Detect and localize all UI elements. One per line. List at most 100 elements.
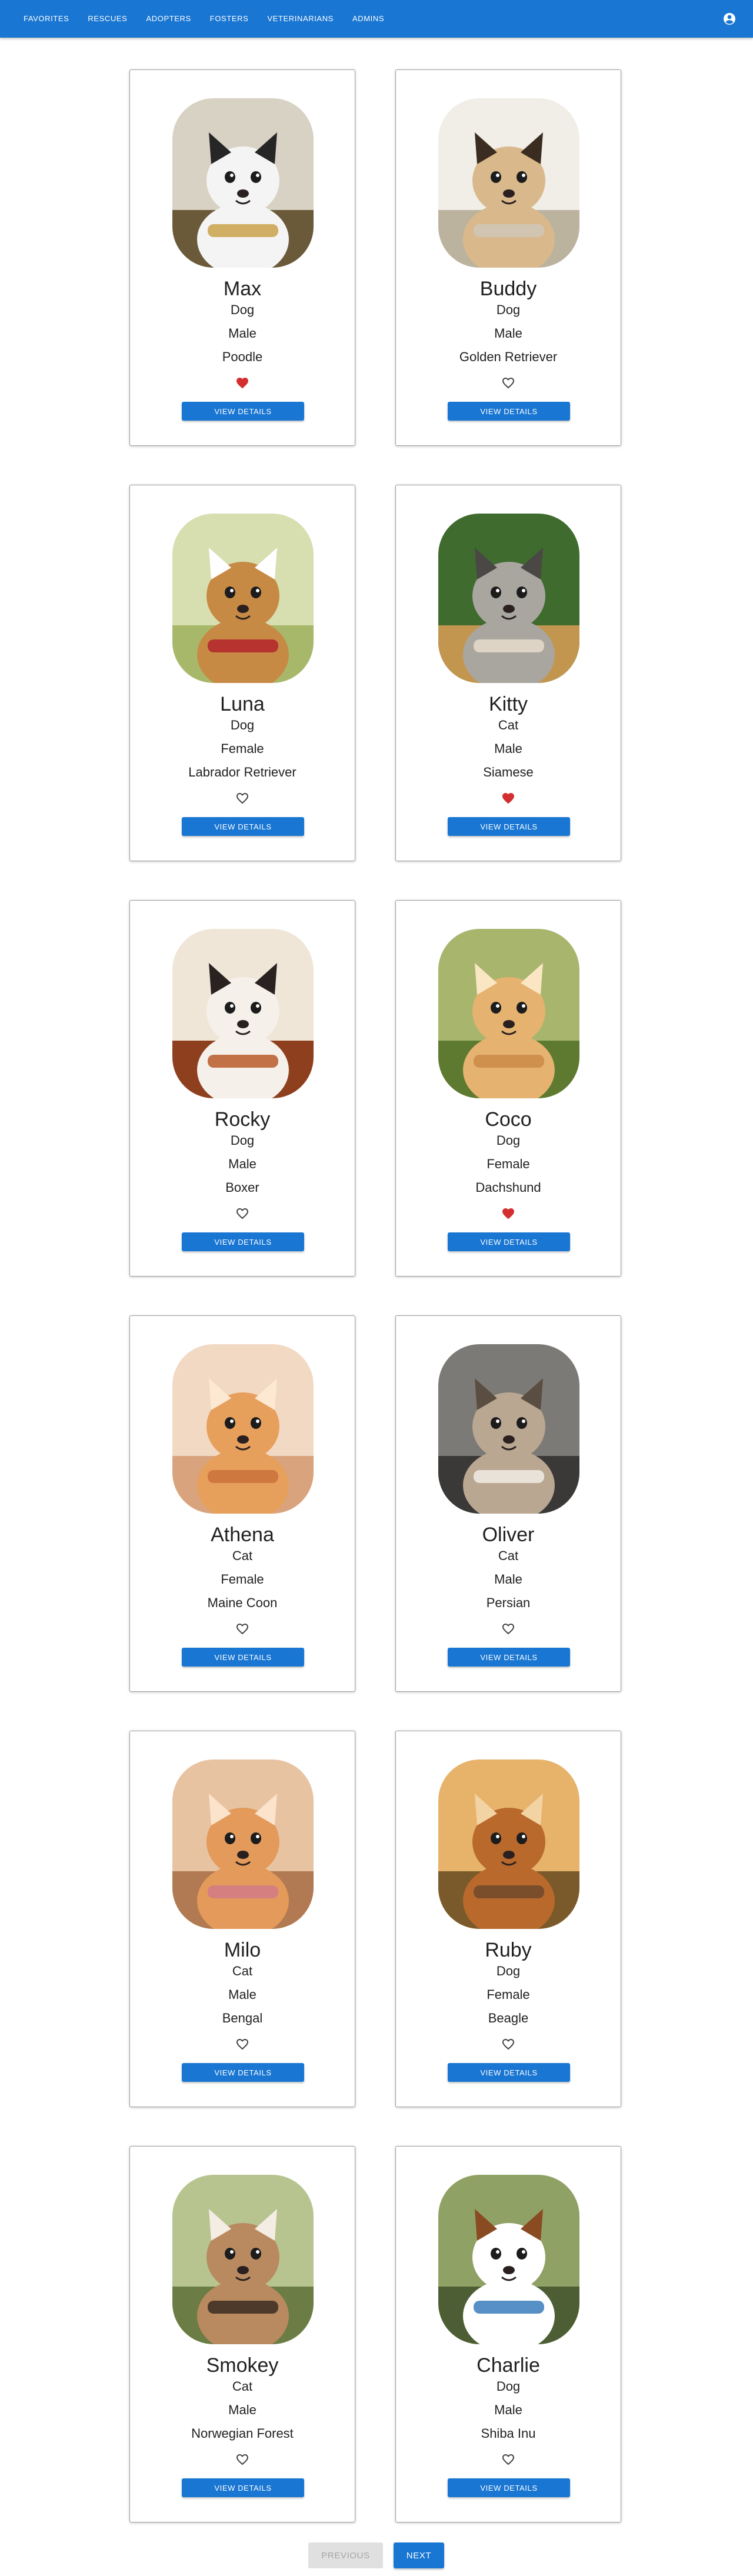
view-details-button[interactable]: View Details (182, 2063, 304, 2082)
pet-gender: Male (228, 1987, 256, 2002)
pet-name: Ruby (485, 1939, 532, 1961)
pet-card: Coco Dog Female Dachshund View Details (395, 900, 621, 1277)
pet-card: Luna Dog Female Labrador Retriever View … (129, 485, 355, 861)
favorite-outline-icon[interactable] (501, 2452, 515, 2467)
pet-breed: Maine Coon (207, 1595, 278, 1610)
pet-breed: Boxer (225, 1180, 259, 1195)
view-details-button[interactable]: View Details (448, 2478, 570, 2497)
nav-admins[interactable]: Admins (344, 0, 395, 38)
view-details-button[interactable]: View Details (182, 402, 304, 421)
account-circle-icon[interactable] (722, 12, 737, 26)
view-details-button[interactable]: View Details (182, 1648, 304, 1667)
pet-name: Oliver (482, 1524, 535, 1546)
fluffy-kitten-photo[interactable] (172, 2175, 314, 2344)
orange-kitten-photo[interactable] (172, 1344, 314, 1514)
pet-gender: Female (487, 1157, 530, 1171)
favorite-outline-icon[interactable] (235, 791, 249, 805)
pet-card: Smokey Cat Male Norwegian Forest View De… (129, 2146, 355, 2522)
sitting-puppy-photo[interactable] (438, 1759, 579, 1929)
pet-species: Dog (230, 1133, 255, 1148)
pet-gender: Female (487, 1987, 530, 2002)
kitten-with-yarn-photo[interactable] (172, 1759, 314, 1929)
favorite-outline-icon[interactable] (235, 2037, 249, 2051)
pet-species: Cat (498, 1548, 519, 1563)
pet-gender: Male (494, 741, 522, 756)
pet-gender: Male (494, 326, 522, 341)
pet-species: Cat (232, 1964, 253, 1978)
pet-breed: Labrador Retriever (188, 765, 296, 779)
favorite-outline-icon[interactable] (501, 2037, 515, 2051)
pet-name: Athena (211, 1524, 274, 1546)
pet-gender: Male (494, 1572, 522, 1587)
view-details-button[interactable]: View Details (448, 402, 570, 421)
view-details-button[interactable]: View Details (448, 1648, 570, 1667)
view-details-button[interactable]: View Details (182, 1232, 304, 1251)
pet-breed: Shiba Inu (481, 2426, 536, 2441)
bulldog-bowtie-photo[interactable] (438, 2175, 579, 2344)
pet-card: Oliver Cat Male Persian View Details (395, 1315, 621, 1692)
view-details-button[interactable]: View Details (448, 2063, 570, 2082)
pet-card: Milo Cat Male Bengal View Details (129, 1731, 355, 2107)
favorite-outline-icon[interactable] (501, 1622, 515, 1636)
pet-name: Kitty (488, 693, 528, 715)
pet-gender: Male (228, 2402, 256, 2417)
view-details-button[interactable]: View Details (182, 2478, 304, 2497)
pug-in-hoodie-photo[interactable] (438, 98, 579, 268)
favorite-filled-icon[interactable] (501, 1207, 515, 1221)
pet-species: Cat (498, 718, 519, 732)
favorite-outline-icon[interactable] (235, 1207, 249, 1221)
husky-puppy-photo[interactable] (172, 98, 314, 268)
favorite-filled-icon[interactable] (235, 376, 249, 390)
pet-name: Luna (220, 693, 265, 715)
pet-card: Kitty Cat Male Siamese View Details (395, 485, 621, 861)
pet-species: Dog (496, 2379, 521, 2394)
pet-card: Rocky Dog Male Boxer View Details (129, 900, 355, 1277)
pet-name: Buddy (479, 278, 537, 300)
tabby-kitten-photo[interactable] (438, 514, 579, 683)
pet-gender: Male (228, 326, 256, 341)
main-nav: Favorites Rescues Adopters Fosters Veter… (15, 0, 395, 38)
pet-name: Coco (485, 1108, 532, 1131)
favorite-outline-icon[interactable] (235, 1622, 249, 1636)
next-button[interactable]: Next (394, 2542, 444, 2568)
pet-breed: Golden Retriever (459, 349, 558, 364)
view-details-button[interactable]: View Details (182, 817, 304, 836)
shiba-puppy-running-photo[interactable] (438, 929, 579, 1098)
grey-kitten-photo[interactable] (438, 1344, 579, 1514)
pet-name: Charlie (477, 2354, 540, 2377)
favorite-outline-icon[interactable] (235, 2452, 249, 2467)
pet-card: Max Dog Male Poodle View Details (129, 69, 355, 446)
pagination: Previous Next (0, 2542, 753, 2568)
view-details-button[interactable]: View Details (448, 817, 570, 836)
pet-breed: Norwegian Forest (191, 2426, 294, 2441)
app-bar: Favorites Rescues Adopters Fosters Veter… (0, 0, 753, 38)
nav-fosters[interactable]: Fosters (202, 0, 259, 38)
pet-species: Cat (232, 1548, 253, 1563)
pet-gender: Male (494, 2402, 522, 2417)
nav-adopters[interactable]: Adopters (138, 0, 201, 38)
pet-card: Ruby Dog Female Beagle View Details (395, 1731, 621, 2107)
nav-favorites[interactable]: Favorites (15, 0, 79, 38)
pet-breed: Persian (486, 1595, 531, 1610)
previous-button[interactable]: Previous (308, 2542, 383, 2568)
favorite-outline-icon[interactable] (501, 376, 515, 390)
nav-rescues[interactable]: Rescues (79, 0, 138, 38)
pet-breed: Beagle (488, 2011, 529, 2025)
nav-veterinarians[interactable]: Veterinarians (259, 0, 344, 38)
pet-species: Dog (496, 1964, 521, 1978)
pet-breed: Dachshund (475, 1180, 541, 1195)
pet-card: Buddy Dog Male Golden Retriever View Det… (395, 69, 621, 446)
puppy-red-sweater-photo[interactable] (172, 514, 314, 683)
pet-name: Smokey (206, 2354, 279, 2377)
pet-breed: Poodle (222, 349, 263, 364)
favorite-filled-icon[interactable] (501, 791, 515, 805)
pet-species: Dog (230, 718, 255, 732)
pet-breed: Bengal (222, 2011, 263, 2025)
pet-gender: Female (221, 1572, 264, 1587)
pet-species: Dog (230, 302, 255, 317)
puppy-in-basket-photo[interactable] (172, 929, 314, 1098)
view-details-button[interactable]: View Details (448, 1232, 570, 1251)
pet-name: Rocky (214, 1108, 271, 1131)
pet-species: Dog (496, 302, 521, 317)
pet-gender: Female (221, 741, 264, 756)
